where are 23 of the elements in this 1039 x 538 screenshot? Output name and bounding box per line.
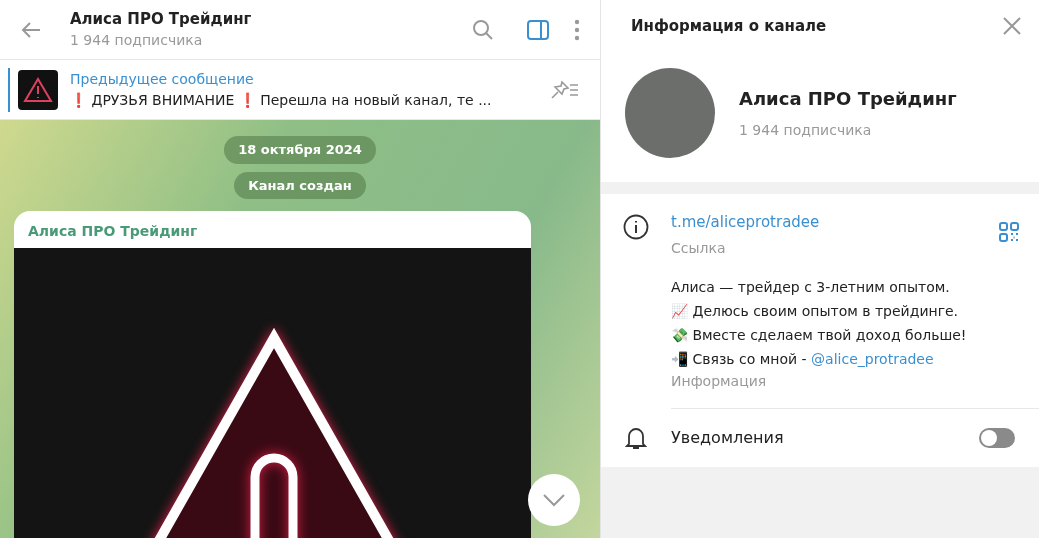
panel-title: Информация о канале xyxy=(631,15,827,37)
chevron-down-icon xyxy=(542,493,566,507)
channel-link[interactable]: t.me/aliceprotradee xyxy=(671,213,820,231)
description-label: Информация xyxy=(671,372,768,391)
info-icon xyxy=(623,214,649,240)
pinned-thumbnail xyxy=(18,69,58,110)
notifications-toggle[interactable] xyxy=(979,428,1015,448)
subscriber-count: 1 944 подписчика xyxy=(70,31,204,51)
pinned-title[interactable]: Предыдущее сообщение xyxy=(70,68,536,90)
channel-description: Алиса — трейдер с 3-летним опытом. 📈 Делюсь своим опытом в трейдинге. 💸 Вместе сделаем твой доход больше! 📲 Связь со мной - @alice_protradee xyxy=(671,278,968,369)
chat-title: Алиса ПРО Трейдинг xyxy=(70,8,253,30)
scroll-down-button[interactable] xyxy=(528,474,580,526)
username-link[interactable]: @alice_protradee xyxy=(811,351,934,367)
sender-name: Алиса ПРО Трейдинг xyxy=(27,222,199,241)
subscriber-count: 1 944 подписчика xyxy=(739,121,873,140)
service-message: 18 октября 2024 xyxy=(224,136,376,164)
service-message: Канал создан xyxy=(234,171,366,199)
pinned-text: ❗ ДРУЗЬЯ ВНИМАНИЕ ❗ Перешла на новый канал, те ... xyxy=(70,90,493,110)
notifications-label: Уведомления xyxy=(671,427,785,449)
bell-icon xyxy=(625,425,647,451)
more-icon xyxy=(574,18,580,41)
channel-name: Алиса ПРО Трейдинг xyxy=(739,87,957,111)
link-label: Ссылка xyxy=(671,239,727,258)
